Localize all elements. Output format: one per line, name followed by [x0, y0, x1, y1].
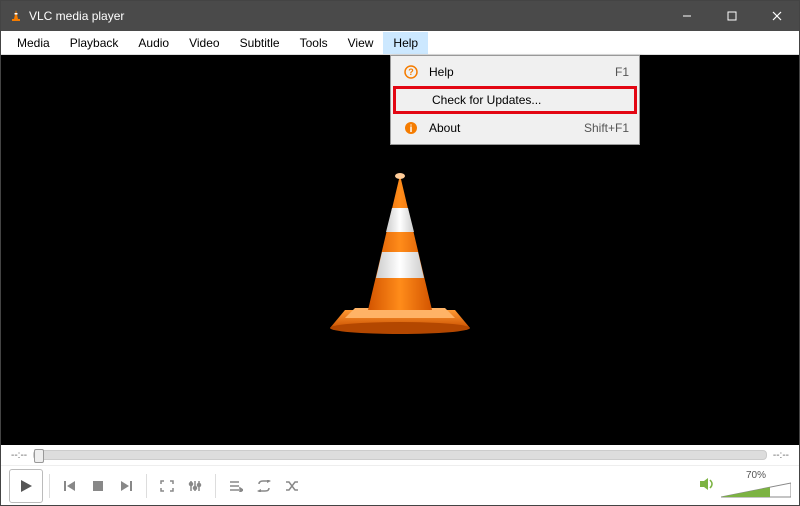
- help-item-shortcut: F1: [615, 65, 629, 79]
- help-item-about[interactable]: i About Shift+F1: [393, 114, 637, 142]
- about-label: About: [421, 121, 584, 135]
- help-item-label: Help: [421, 65, 615, 79]
- check-updates-label: Check for Updates...: [424, 93, 626, 107]
- prev-button[interactable]: [56, 472, 84, 500]
- window-title: VLC media player: [29, 9, 124, 23]
- minimize-button[interactable]: [664, 1, 709, 31]
- help-item-check-updates[interactable]: Check for Updates...: [393, 86, 637, 114]
- time-remaining: --:--: [773, 450, 789, 461]
- svg-text:i: i: [410, 124, 413, 135]
- ext-settings-button[interactable]: [181, 472, 209, 500]
- vlc-cone-logo: [320, 160, 480, 340]
- loop-button[interactable]: [250, 472, 278, 500]
- vlc-window: VLC media player Media Playback Audio Vi…: [0, 0, 800, 506]
- shuffle-button[interactable]: [278, 472, 306, 500]
- menu-subtitle[interactable]: Subtitle: [230, 32, 290, 54]
- about-shortcut: Shift+F1: [584, 121, 629, 135]
- seek-track[interactable]: [33, 450, 767, 460]
- close-button[interactable]: [754, 1, 799, 31]
- controls: 70%: [1, 465, 799, 505]
- playlist-button[interactable]: [222, 472, 250, 500]
- stop-button[interactable]: [84, 472, 112, 500]
- volume-area: 70%: [699, 470, 791, 501]
- speaker-icon[interactable]: [699, 477, 717, 494]
- svg-text:?: ?: [408, 67, 414, 77]
- menu-tools[interactable]: Tools: [290, 32, 338, 54]
- menu-audio[interactable]: Audio: [128, 32, 179, 54]
- info-icon: i: [401, 121, 421, 135]
- menu-media[interactable]: Media: [7, 32, 60, 54]
- menu-view[interactable]: View: [338, 32, 384, 54]
- vlc-cone-icon: [9, 9, 23, 23]
- seekbar: --:-- --:--: [1, 445, 799, 465]
- menu-help[interactable]: Help: [383, 32, 428, 54]
- play-button[interactable]: [9, 469, 43, 503]
- menu-playback[interactable]: Playback: [60, 32, 129, 54]
- menubar: Media Playback Audio Video Subtitle Tool…: [1, 31, 799, 55]
- volume-slider[interactable]: [721, 481, 791, 501]
- help-item-help[interactable]: ? Help F1: [393, 58, 637, 86]
- time-elapsed: --:--: [11, 450, 27, 461]
- titlebar: VLC media player: [1, 1, 799, 31]
- next-button[interactable]: [112, 472, 140, 500]
- help-dropdown: ? Help F1 Check for Updates... i About S…: [390, 55, 640, 145]
- volume-percent: 70%: [746, 470, 766, 481]
- seek-handle[interactable]: [34, 449, 44, 463]
- fullscreen-button[interactable]: [153, 472, 181, 500]
- question-icon: ?: [401, 65, 421, 79]
- maximize-button[interactable]: [709, 1, 754, 31]
- menu-video[interactable]: Video: [179, 32, 229, 54]
